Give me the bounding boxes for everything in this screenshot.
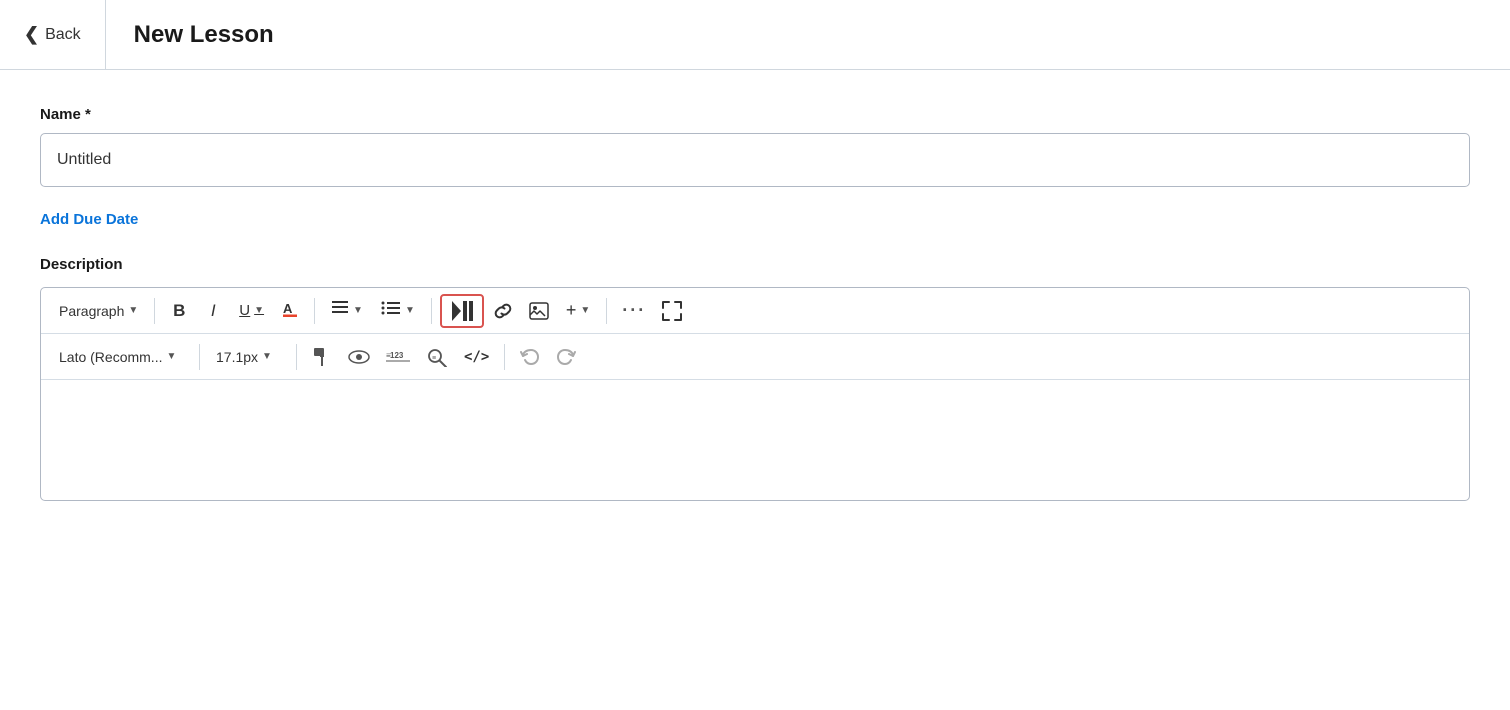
toolbar-separator-4 xyxy=(606,298,607,324)
find-replace-button[interactable]: ≡ xyxy=(419,340,455,374)
description-label: Description xyxy=(40,256,1470,273)
add-due-date-label: Add Due Date xyxy=(40,211,138,228)
main-content: Name * Add Due Date Description Paragrap… xyxy=(0,70,1510,537)
paragraph-dropdown-chevron-icon: ▼ xyxy=(128,305,138,316)
back-label: Back xyxy=(45,26,81,44)
name-input[interactable] xyxy=(40,133,1470,187)
undo-button[interactable] xyxy=(513,340,547,374)
back-button[interactable]: ❮ Back xyxy=(0,0,106,69)
numbered-list-icon: ≡ 123 xyxy=(386,348,410,366)
list-lines-icon xyxy=(381,300,401,316)
list-dropdown[interactable]: ▼ xyxy=(373,296,423,325)
format-painter-button[interactable] xyxy=(305,340,339,374)
bold-label: B xyxy=(173,301,185,321)
add-chevron-icon: ▼ xyxy=(580,305,590,316)
align-dropdown[interactable]: ▼ xyxy=(323,296,371,325)
code-view-label: </> xyxy=(464,349,489,365)
underline-chevron-icon: ▼ xyxy=(254,305,264,316)
toolbar-separator-5 xyxy=(199,344,200,370)
align-icon xyxy=(331,300,349,321)
list-chevron-icon: ▼ xyxy=(405,305,415,316)
toolbar-separator-2 xyxy=(314,298,315,324)
svg-text:≡: ≡ xyxy=(432,355,436,362)
numbered-list-button[interactable]: ≡ 123 xyxy=(379,340,417,374)
find-replace-icon: ≡ xyxy=(426,347,448,367)
toolbar-row-1: Paragraph ▼ B I U ▼ A xyxy=(41,288,1469,334)
font-family-dropdown[interactable]: Lato (Recomm... ▼ xyxy=(51,345,191,369)
bold-button[interactable]: B xyxy=(163,294,195,328)
more-options-button[interactable]: ··· xyxy=(615,294,653,328)
undo-icon xyxy=(520,348,540,366)
fullscreen-button[interactable] xyxy=(655,294,689,328)
underline-label: U xyxy=(239,302,250,319)
italic-label: I xyxy=(211,301,216,321)
text-color-icon: A xyxy=(281,299,299,317)
link-icon xyxy=(493,301,513,321)
svg-text:123: 123 xyxy=(390,351,404,360)
paragraph-style-label: Paragraph xyxy=(59,303,124,319)
media-embed-icon xyxy=(448,299,476,323)
more-options-label: ··· xyxy=(622,300,646,321)
code-view-button[interactable]: </> xyxy=(457,340,496,374)
font-family-label: Lato (Recomm... xyxy=(59,349,162,365)
align-chevron-icon: ▼ xyxy=(353,305,363,316)
italic-button[interactable]: I xyxy=(197,294,229,328)
toolbar-separator-6 xyxy=(296,344,297,370)
image-icon xyxy=(529,302,549,320)
fullscreen-icon xyxy=(662,301,682,321)
editor-container: Paragraph ▼ B I U ▼ A xyxy=(40,287,1470,501)
link-button[interactable] xyxy=(486,294,520,328)
svg-text:A: A xyxy=(283,301,293,316)
highlight-button[interactable] xyxy=(341,340,377,374)
back-chevron-icon: ❮ xyxy=(24,24,39,45)
list-icon xyxy=(381,300,401,321)
image-button[interactable] xyxy=(522,294,556,328)
add-due-date-button[interactable]: Add Due Date xyxy=(40,211,138,228)
toolbar-separator-3 xyxy=(431,298,432,324)
align-lines-icon xyxy=(331,300,349,316)
toolbar-separator-7 xyxy=(504,344,505,370)
font-size-dropdown[interactable]: 17.1px ▼ xyxy=(208,345,288,369)
name-label: Name * xyxy=(40,106,1470,123)
media-embed-button[interactable] xyxy=(440,294,484,328)
page-title: New Lesson xyxy=(106,21,274,49)
format-painter-icon xyxy=(312,347,332,367)
redo-icon xyxy=(556,348,576,366)
font-size-label: 17.1px xyxy=(216,349,258,365)
redo-button[interactable] xyxy=(549,340,583,374)
toolbar-separator-1 xyxy=(154,298,155,324)
toolbar-row-2: Lato (Recomm... ▼ 17.1px ▼ xyxy=(41,334,1469,380)
highlight-icon xyxy=(348,348,370,366)
font-family-chevron-icon: ▼ xyxy=(166,351,176,362)
underline-dropdown[interactable]: U ▼ xyxy=(231,298,272,323)
add-content-dropdown[interactable]: + ▼ xyxy=(558,296,598,325)
font-size-chevron-icon: ▼ xyxy=(262,351,272,362)
paragraph-style-dropdown[interactable]: Paragraph ▼ xyxy=(51,299,146,323)
page-header: ❮ Back New Lesson xyxy=(0,0,1510,70)
editor-content-area[interactable] xyxy=(41,380,1469,500)
text-color-label: A xyxy=(281,299,299,322)
add-icon: + xyxy=(566,300,577,321)
text-color-button[interactable]: A xyxy=(274,294,306,328)
